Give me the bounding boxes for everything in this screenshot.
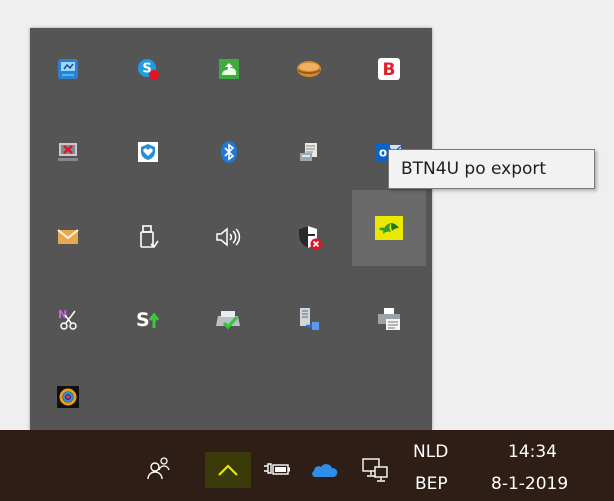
onedrive-button[interactable] [306,452,346,488]
svg-text:B: B [383,60,396,80]
server-transfer-icon[interactable] [290,300,328,338]
svg-text:S: S [136,309,150,331]
chevron-up-icon [218,464,238,476]
svg-text:o: o [379,146,387,160]
power-button[interactable] [258,452,296,488]
printer-doc-icon[interactable] [370,300,408,338]
security-warning-icon[interactable] [290,218,328,256]
show-hidden-icons-button[interactable] [205,452,251,488]
network-icon [362,458,388,482]
green-cloud-icon[interactable] [210,50,248,88]
taskbar: NLD BEP 14:34 8-1-2019 [0,430,614,501]
network-button[interactable] [355,452,395,488]
skype-icon[interactable]: S [129,50,167,88]
clock-date: 8-1-2019 [491,474,569,494]
usb-device-icon[interactable] [129,218,167,256]
color-ring-icon[interactable] [49,378,87,416]
shield-heart-icon[interactable] [129,133,167,171]
tooltip: BTN4U po export [388,149,595,189]
mail-icon[interactable] [49,218,87,256]
printer-check-icon[interactable] [210,300,248,338]
people-icon [147,457,170,480]
language-code: NLD [413,442,449,462]
onedrive-icon [312,464,338,477]
b-app-icon[interactable]: B [370,50,408,88]
bluetooth-icon[interactable] [210,133,248,171]
battery-plug-icon [264,463,290,475]
s-upload-icon[interactable]: S [129,300,167,338]
btn4u-export-icon[interactable] [352,190,426,266]
nx-scissors-icon[interactable]: N [49,300,87,338]
print-scroll-icon[interactable] [290,133,328,171]
speaker-icon[interactable] [210,218,248,256]
svg-text:N: N [58,308,67,321]
network-monitor-icon[interactable] [49,50,87,88]
tray-overflow-flyout: S B o N S [30,28,432,430]
keyboard-layout: BEP [415,474,448,494]
tooltip-text: BTN4U po export [401,159,547,179]
people-button[interactable] [140,448,178,486]
network-disconnected-icon[interactable] [49,133,87,171]
orange-sphere-icon[interactable] [290,50,328,88]
clock-time: 14:34 [508,442,557,462]
